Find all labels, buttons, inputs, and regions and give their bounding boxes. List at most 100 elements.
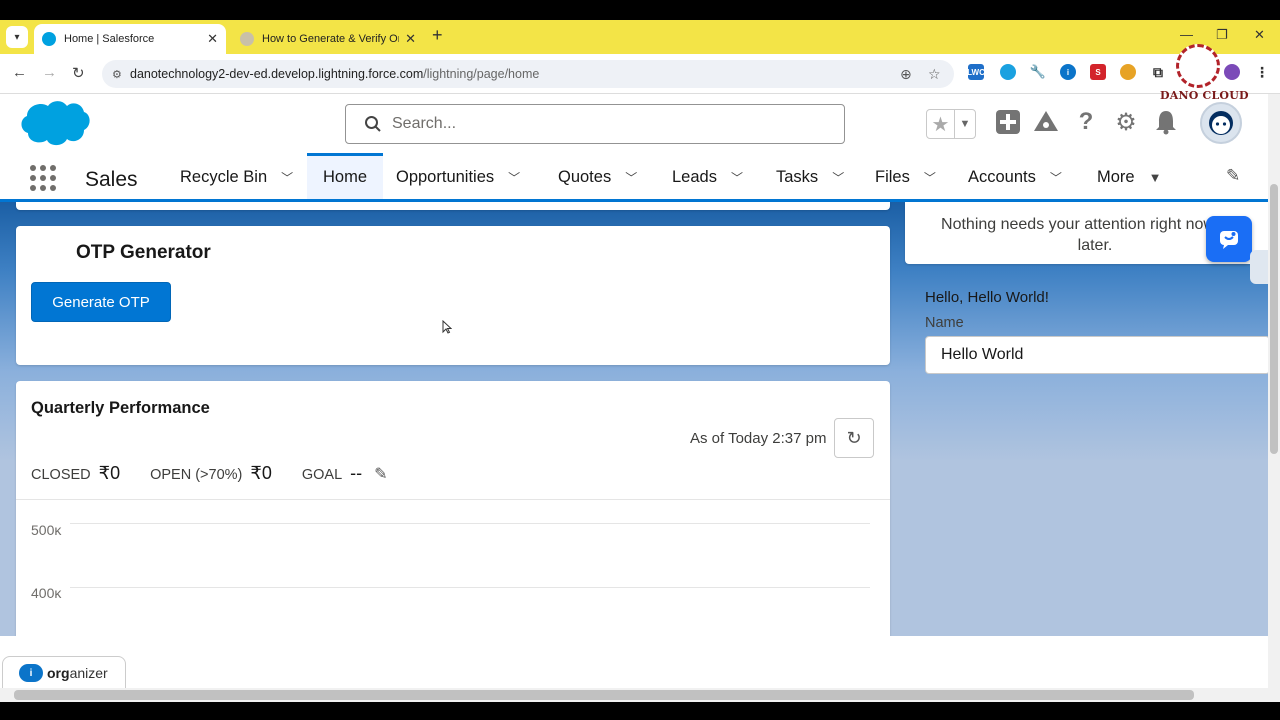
generate-otp-button[interactable]: Generate OTP bbox=[31, 282, 171, 322]
edit-goal-pencil-icon[interactable]: ✎ bbox=[374, 464, 387, 484]
chevron-down-icon[interactable]: ﹀ bbox=[281, 169, 293, 186]
trailhead-icon[interactable] bbox=[1032, 108, 1060, 136]
back-icon[interactable]: ← bbox=[12, 64, 27, 81]
attention-line-2: later. bbox=[1077, 237, 1113, 254]
performance-metrics: CLOSED ₹0 OPEN (>70%) ₹0 GOAL -- ✎ bbox=[31, 463, 388, 484]
minimize-icon[interactable]: — bbox=[1180, 27, 1193, 42]
scrollbar-thumb[interactable] bbox=[1270, 184, 1278, 454]
open-value: ₹0 bbox=[250, 463, 272, 483]
side-panel-handle[interactable] bbox=[1250, 250, 1268, 284]
bottom-black-band bbox=[0, 702, 1280, 720]
name-input[interactable]: Hello World bbox=[925, 336, 1268, 374]
reload-icon[interactable]: ↻ bbox=[72, 64, 85, 82]
nav-item-accounts[interactable]: Accounts ﹀ bbox=[968, 156, 1062, 199]
closed-label: CLOSED bbox=[31, 467, 91, 483]
nav-item-opportunities[interactable]: Opportunities ﹀ bbox=[396, 156, 520, 199]
nav-item-more[interactable]: More ▼ bbox=[1097, 156, 1161, 199]
scrollbar-thumb[interactable] bbox=[14, 690, 1194, 700]
y-axis-tick: 400ᴋ bbox=[31, 585, 62, 601]
brand-logo-seal bbox=[1176, 44, 1220, 88]
page-favicon-icon bbox=[240, 32, 254, 46]
chevron-down-icon[interactable]: ﹀ bbox=[924, 169, 936, 186]
extensions-puzzle-icon[interactable]: ⧉ bbox=[1150, 64, 1166, 80]
url-path: /lightning/page/home bbox=[423, 67, 540, 81]
horizontal-scrollbar[interactable] bbox=[0, 688, 1280, 702]
setup-gear-icon[interactable]: ⚙ bbox=[1112, 108, 1140, 136]
card-title: Quarterly Performance bbox=[31, 399, 210, 417]
favorites-dropdown-icon[interactable]: ▼ bbox=[955, 110, 975, 138]
bookmark-star-icon[interactable]: ☆ bbox=[928, 66, 941, 83]
tab-search-dropdown[interactable]: ▾ bbox=[6, 26, 28, 48]
new-tab-icon[interactable]: + bbox=[432, 25, 443, 46]
goal-label: GOAL bbox=[301, 467, 343, 483]
chevron-down-icon[interactable]: ﹀ bbox=[832, 169, 844, 186]
y-axis-tick: 500ᴋ bbox=[31, 522, 62, 538]
tab-how-to-generate[interactable]: How to Generate & Verify One- ✕ bbox=[232, 24, 424, 54]
nav-item-tasks[interactable]: Tasks ﹀ bbox=[776, 156, 844, 199]
chat-icon bbox=[1220, 231, 1238, 249]
tab-salesforce-home[interactable]: Home | Salesforce ✕ bbox=[34, 24, 226, 54]
app-launcher-icon[interactable] bbox=[30, 165, 56, 191]
nav-item-files[interactable]: Files ﹀ bbox=[875, 156, 936, 199]
profile-icon[interactable] bbox=[1224, 64, 1240, 80]
salesforce-logo[interactable] bbox=[18, 98, 92, 150]
nav-item-home[interactable]: Home bbox=[307, 153, 384, 199]
restore-icon[interactable]: ❐ bbox=[1216, 27, 1228, 43]
url-host: danotechnology2-dev-ed.develop.lightning… bbox=[130, 67, 424, 81]
otp-generator-card: OTP Generator Generate OTP bbox=[16, 226, 890, 365]
salesforce-extension-icon[interactable] bbox=[1000, 64, 1016, 80]
refresh-icon: ↻ bbox=[846, 427, 862, 448]
notification-bell-icon[interactable] bbox=[1152, 108, 1180, 136]
coin-extension-icon[interactable] bbox=[1120, 64, 1136, 80]
search-icon bbox=[365, 116, 381, 132]
info-extension-icon[interactable]: i bbox=[1060, 64, 1076, 80]
salesforce-page: Search... ★ ▼ ? ⚙ Sales Recycle Bin ﹀ Hom… bbox=[0, 94, 1268, 688]
gridline bbox=[70, 523, 870, 524]
global-header: Search... ★ ▼ ? ⚙ bbox=[0, 94, 1268, 156]
chevron-down-icon[interactable]: ﹀ bbox=[508, 169, 520, 186]
goal-value: -- bbox=[350, 463, 363, 483]
tab-strip: ▾ Home | Salesforce ✕ How to Generate & … bbox=[0, 20, 1280, 54]
favorites-button-group[interactable]: ★ ▼ bbox=[926, 109, 976, 139]
forward-icon[interactable]: → bbox=[42, 64, 57, 81]
edit-nav-pencil-icon[interactable]: ✎ bbox=[1226, 166, 1240, 186]
address-bar[interactable]: ⚙ danotechnology2-dev-ed.develop.lightni… bbox=[102, 60, 954, 88]
nav-item-leads[interactable]: Leads ﹀ bbox=[672, 156, 743, 199]
divider bbox=[16, 499, 890, 500]
vertical-scrollbar[interactable] bbox=[1268, 94, 1280, 688]
nav-item-label: Quotes bbox=[558, 168, 612, 186]
attention-line-1: Nothing needs your attention right now bbox=[941, 216, 1215, 233]
site-info-icon[interactable]: ⚙ bbox=[112, 68, 124, 81]
lwc-extension-icon[interactable]: LWC bbox=[967, 64, 985, 80]
refresh-button[interactable]: ↻ bbox=[834, 418, 874, 458]
global-search-input[interactable]: Search... bbox=[345, 104, 845, 144]
chat-assistant-button[interactable] bbox=[1206, 216, 1252, 262]
card-above bbox=[16, 202, 890, 210]
nav-item-label: Opportunities bbox=[396, 168, 495, 186]
tab-title: How to Generate & Verify One- bbox=[262, 33, 400, 45]
organizer-logo-icon: i bbox=[19, 664, 43, 682]
help-icon[interactable]: ? bbox=[1072, 108, 1100, 136]
zoom-icon[interactable]: ⊕ bbox=[900, 66, 912, 83]
chevron-down-icon[interactable]: ﹀ bbox=[1050, 169, 1062, 186]
closed-value: ₹0 bbox=[98, 463, 121, 483]
chevron-down-icon[interactable]: ﹀ bbox=[731, 169, 743, 186]
wrench-extension-icon[interactable]: 🔧 bbox=[1030, 64, 1046, 80]
menu-kebab-icon[interactable]: ⋮ bbox=[1254, 64, 1270, 80]
close-tab-icon[interactable]: ✕ bbox=[405, 31, 416, 47]
brand-watermark: DANO CLOUD bbox=[1160, 89, 1249, 102]
app-name: Sales bbox=[85, 168, 138, 191]
organizer-utility-tab[interactable]: i org anizer bbox=[2, 656, 126, 690]
close-tab-icon[interactable]: ✕ bbox=[207, 31, 218, 47]
s-extension-icon[interactable]: S bbox=[1090, 64, 1106, 80]
close-window-icon[interactable]: ✕ bbox=[1254, 27, 1265, 43]
app-navigation-bar: Sales Recycle Bin ﹀ Home Opportunities ﹀ Q… bbox=[0, 153, 1268, 202]
top-black-band bbox=[0, 0, 1280, 20]
nav-item-quotes[interactable]: Quotes ﹀ bbox=[558, 156, 637, 199]
chevron-down-icon[interactable]: ﹀ bbox=[625, 169, 637, 186]
caret-down-icon[interactable]: ▼ bbox=[1149, 170, 1162, 185]
nav-item-recycle-bin[interactable]: Recycle Bin ﹀ bbox=[180, 156, 293, 199]
star-icon[interactable]: ★ bbox=[927, 110, 955, 138]
add-icon[interactable] bbox=[994, 108, 1022, 136]
avatar[interactable] bbox=[1200, 102, 1242, 144]
